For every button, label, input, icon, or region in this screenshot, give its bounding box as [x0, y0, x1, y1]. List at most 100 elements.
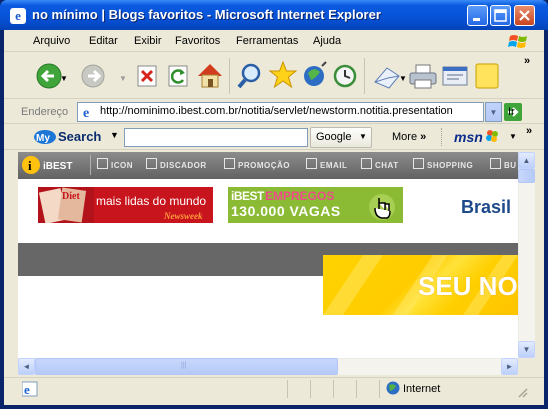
ibest-tab-label: BU	[504, 161, 517, 170]
status-bar	[4, 377, 544, 401]
tab-box-icon	[306, 158, 317, 169]
ibest-tab-label: SHOPPING	[427, 161, 474, 170]
ibest-tab-label: EMAIL	[320, 161, 348, 170]
minimize-icon	[473, 18, 480, 21]
ibest-tab-chat[interactable]: CHAT	[361, 158, 399, 173]
tab-box-icon	[361, 158, 372, 169]
close-icon	[519, 10, 530, 21]
yellow-ad-text: SEU NO	[418, 271, 518, 301]
tab-box-icon	[413, 158, 424, 169]
svg-text:i: i	[28, 158, 32, 173]
toolbar-separator	[229, 58, 230, 94]
magazine-cover-text: Diet	[62, 191, 80, 202]
ibest-tab-label: ICON	[111, 161, 133, 170]
scroll-down-button[interactable]: ▼	[518, 341, 535, 358]
status-separator	[333, 380, 334, 398]
history-button[interactable]	[329, 58, 365, 94]
toolbar-separator	[364, 58, 365, 94]
msn-logo-icon[interactable]: msn	[452, 128, 504, 146]
windows-logo-icon	[508, 33, 529, 50]
ibest-tab-busca[interactable]: BU	[490, 158, 517, 173]
close-button[interactable]	[514, 5, 535, 26]
scroll-left-icon: ◄	[22, 362, 31, 371]
address-url-text[interactable]: http://nominimo.ibest.com.br/notitia/ser…	[100, 105, 480, 117]
menu-ferramentas[interactable]: Ferramentas	[236, 35, 298, 47]
resize-grip-icon[interactable]	[515, 385, 529, 399]
vertical-scroll-thumb[interactable]	[518, 169, 535, 183]
address-dropdown-icon[interactable]: ▼	[485, 102, 502, 122]
menu-favoritos[interactable]: Favoritos	[175, 35, 220, 47]
menu-exibir[interactable]: Exibir	[134, 35, 162, 47]
home-button[interactable]	[194, 58, 230, 94]
tab-box-icon	[224, 158, 235, 169]
status-separator	[310, 380, 311, 398]
msn-dropdown-icon[interactable]: ▼	[509, 132, 517, 141]
page-status-icon: e	[21, 381, 38, 397]
my-search-dropdown-icon[interactable]: ▼	[110, 130, 119, 140]
scroll-left-button[interactable]: ◄	[18, 358, 35, 375]
svg-text:msn: msn	[454, 129, 483, 145]
more-label: More	[392, 131, 418, 143]
edit-button[interactable]	[439, 58, 475, 94]
ibest-tab-shopping[interactable]: SHOPPING	[413, 158, 473, 173]
ibest-logo-text: iBEST	[43, 161, 72, 172]
status-separator	[287, 380, 288, 398]
empregos-brand: iBEST	[231, 189, 264, 203]
ibest-tab-label: DISCADOR	[160, 161, 207, 170]
newsweek-tagline: mais lidas do mundo	[96, 194, 207, 208]
newsweek-magazine-image: Diet	[38, 187, 94, 224]
more-button[interactable]: More »	[392, 131, 426, 143]
scroll-up-icon: ▲	[522, 156, 531, 165]
scrollbar-corner	[518, 358, 535, 375]
tab-box-icon	[490, 158, 501, 169]
google-dropdown-icon[interactable]: ▼	[359, 132, 367, 141]
go-label[interactable]: Ir	[508, 106, 515, 118]
menu-editar[interactable]: Editar	[89, 35, 118, 47]
svg-text:e: e	[83, 106, 89, 120]
scroll-down-icon: ▼	[522, 345, 531, 354]
print-button[interactable]	[406, 58, 442, 94]
messenger-button[interactable]	[472, 58, 508, 94]
scroll-thumb-grip-icon: |||	[181, 362, 187, 369]
ibest-logo[interactable]: i iBEST	[22, 155, 80, 175]
scroll-up-button[interactable]: ▲	[518, 152, 535, 169]
menu-ajuda[interactable]: Ajuda	[313, 35, 341, 47]
ibest-tab-promocao[interactable]: PROMOÇÃO	[224, 158, 290, 173]
google-label: Google	[316, 131, 352, 143]
my-search-logo-icon[interactable]: My	[33, 129, 57, 145]
my-search-label[interactable]: Search	[58, 129, 101, 144]
page-ie-icon: e	[81, 104, 97, 121]
ibest-divider	[90, 155, 91, 175]
status-separator	[356, 380, 357, 398]
status-separator	[379, 380, 380, 398]
home-icon	[198, 64, 222, 88]
svg-text:My: My	[36, 133, 50, 144]
security-zone-label: Internet	[403, 383, 441, 395]
search-toolbar-chevron[interactable]: »	[526, 125, 532, 137]
menu-arquivo[interactable]: Arquivo	[33, 35, 70, 47]
scroll-right-button[interactable]: ►	[501, 358, 518, 375]
print-icon	[409, 64, 437, 89]
ibest-tab-email[interactable]: EMAIL	[306, 158, 347, 173]
forward-icon	[81, 64, 105, 88]
brasil-heading[interactable]: Brasil	[461, 197, 511, 218]
toolbar-chevron[interactable]: »	[524, 55, 530, 67]
search-input[interactable]	[124, 128, 308, 147]
ie-window-icon[interactable]: e	[10, 8, 26, 24]
tab-box-icon	[97, 158, 108, 169]
horizontal-scroll-thumb[interactable]	[35, 358, 338, 375]
ibest-tab-label: CHAT	[375, 161, 399, 170]
messenger-icon	[475, 63, 499, 89]
forward-button[interactable]	[77, 58, 113, 94]
tab-box-icon	[146, 158, 157, 169]
maximize-button[interactable]	[490, 5, 511, 26]
ibest-tab-icon[interactable]: ICON	[97, 158, 133, 173]
minimize-button[interactable]	[467, 5, 488, 26]
ibest-tab-discador[interactable]: DISCADOR	[146, 158, 207, 173]
maximize-icon	[494, 9, 507, 22]
internet-zone-globe-icon	[386, 381, 400, 395]
window-title: no mínimo | Blogs favoritos - Microsoft …	[32, 7, 381, 22]
back-dropdown-icon[interactable]: ▼	[60, 74, 68, 83]
forward-dropdown-icon[interactable]: ▼	[119, 74, 127, 83]
ibest-tab-label: PROMOÇÃO	[238, 161, 290, 170]
